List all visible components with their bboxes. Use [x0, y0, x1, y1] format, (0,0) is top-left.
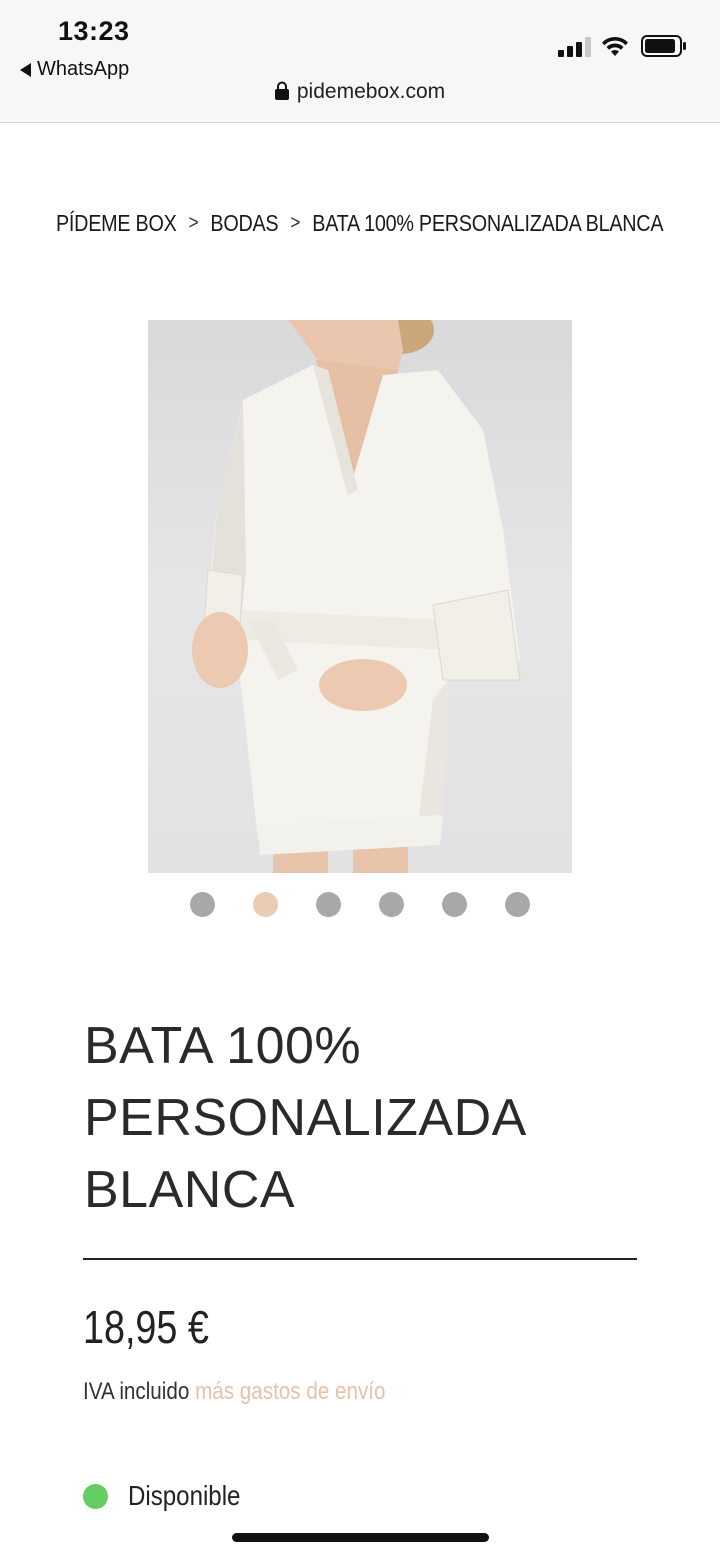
breadcrumb-separator: > [188, 212, 199, 234]
home-indicator[interactable] [232, 1533, 489, 1542]
browser-top-bar: 13:23 WhatsApp pidemebox.com [0, 0, 720, 123]
back-app-label: WhatsApp [37, 58, 130, 80]
breadcrumb-category-link[interactable]: BODAS [210, 210, 278, 237]
availability-dot-icon [83, 1483, 108, 1509]
shipping-costs-link[interactable]: más gastos de envío [195, 1378, 385, 1405]
product-title-line: PERSONALIZADA [84, 1089, 527, 1147]
gallery-dot[interactable] [379, 892, 404, 917]
gallery-dot[interactable] [316, 892, 341, 917]
breadcrumb: PÍDEME BOX > BODAS > BATA 100% PERSONALI… [56, 210, 664, 237]
tax-info: IVA incluido más gastos de envío [83, 1378, 386, 1406]
robe-photo-illustration [192, 320, 521, 873]
gallery-dot-active[interactable] [253, 892, 278, 917]
breadcrumb-separator: > [290, 212, 301, 234]
product-price: 18,95 € [83, 1301, 209, 1353]
product-title-line: BLANCA [84, 1161, 296, 1219]
product-title: BATA 100% PERSONALIZADA BLANCA [84, 1010, 644, 1226]
product-title-line: BATA 100% [84, 1017, 362, 1075]
product-image[interactable] [148, 320, 572, 873]
address-bar[interactable]: pidemebox.com [0, 80, 720, 104]
status-time: 13:23 [58, 16, 130, 46]
back-to-app-link[interactable]: WhatsApp [20, 58, 129, 81]
gallery-pagination [190, 892, 530, 917]
back-triangle-icon [20, 62, 31, 77]
battery-icon [641, 35, 686, 57]
wifi-icon [602, 36, 628, 56]
breadcrumb-current: BATA 100% PERSONALIZADA BLANCA [312, 210, 664, 236]
title-divider [83, 1258, 637, 1260]
url-text: pidemebox.com [296, 80, 446, 103]
gallery-dot[interactable] [505, 892, 530, 917]
tax-label: IVA incluido [83, 1378, 190, 1405]
cellular-signal-icon [558, 37, 591, 57]
availability-status: Disponible [83, 1480, 259, 1512]
gallery-dot[interactable] [190, 892, 215, 917]
breadcrumb-home-link[interactable]: PÍDEME BOX [56, 210, 177, 237]
gallery-dot[interactable] [442, 892, 467, 917]
lock-icon [274, 81, 289, 100]
availability-label: Disponible [128, 1480, 241, 1511]
